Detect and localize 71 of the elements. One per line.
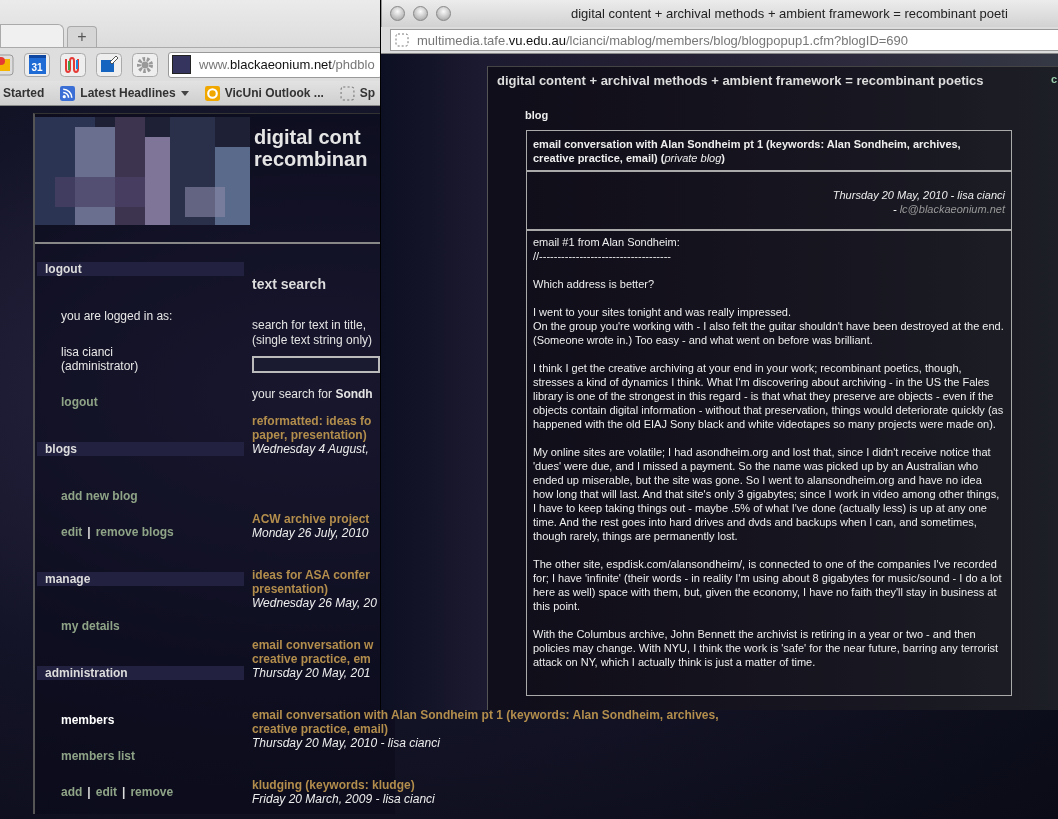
bookmark[interactable]: Started	[3, 86, 45, 100]
paragraph: I think I get the creative archiving at your end in your work; recombinant poetics, though, stresses a kind of dynamics I think. What I'm discovering about archiving - in the US the Fales library is one of the strongest in this regard - is that what they preserve are objects - even if the objects contain digital information - without that preservation, things would deteriorate quickly (as happened with the old EIAJ Sony black and white videotapes so many projects were made on).	[533, 361, 1005, 431]
result-link[interactable]: email conversation with Alan Sondheim pt 1 (keywords: Alan Sondheim, archives, creative practice, email)	[252, 708, 719, 736]
email-link[interactable]: lc@blackaeonium.net	[899, 203, 1005, 215]
wave-icon[interactable]	[60, 52, 86, 77]
sidebar-link[interactable]: members list	[61, 749, 136, 763]
blank-page-icon	[395, 33, 409, 47]
result-link[interactable]: ACW archive project	[252, 512, 370, 526]
address-field[interactable]: multimedia.tafe.vu.edu.au/lcianci/mablog/members/blog/blogpopup1.cfm?blogID=690	[390, 29, 1058, 51]
blank-page-icon	[339, 85, 355, 101]
sidebar-text: lisa cianci (administrator)	[61, 345, 140, 373]
minimize-button[interactable]	[413, 6, 428, 21]
result-date: Thursday 20 May, 201	[252, 666, 372, 680]
sidebar-text: you are logged in as:	[61, 309, 174, 323]
section-heading: text search	[252, 276, 326, 292]
section-label: blog	[525, 109, 550, 121]
sidebar-heading: logout	[37, 262, 244, 276]
rss-icon	[60, 85, 76, 101]
settings-icon[interactable]	[132, 52, 158, 77]
result-link[interactable]: reformatted: ideas fo paper, presentation)	[252, 414, 372, 442]
result-date: Thursday 20 May, 2010 - lisa cianci	[252, 736, 441, 750]
bookmark[interactable]: Sp	[339, 85, 376, 101]
sidebar-link[interactable]: my details	[61, 619, 120, 633]
mail-app-icon	[204, 85, 220, 101]
site-favicon-icon	[172, 55, 191, 74]
paragraph: The other site, espdisk.com/alansondheim/, is connected to one of the companies I've recorded for; I have 'infinite' (their words - in reality I'm using about 8 gigabytes for music/sound - I do a lot here as well) space with them, but, given the economy, I have no faith they'll stay in business at this point.	[533, 557, 1003, 613]
sidebar-current-item[interactable]: members	[61, 713, 244, 727]
paragraph: With the Columbus archive, John Bennett the archivist is retiring in a year or two - and then policies may change. With NYU, I think the work is 'safe' for the near future, barring any terrorist attack on NY, which I actually think is just a matter of time.	[533, 627, 1000, 669]
address-field[interactable]: www.blackaeonium.net/phdblo	[168, 51, 382, 78]
search-summary: your search for Sondh	[252, 387, 373, 401]
sidebar-link[interactable]: add new blog	[61, 489, 138, 503]
sidebar-link[interactable]: remove blogs	[95, 525, 174, 539]
paragraph: Which address is better?	[533, 277, 656, 291]
browser-tab[interactable]	[0, 24, 64, 47]
sidebar-heading: manage	[37, 572, 244, 586]
site-title: digital cont recombinan	[254, 126, 368, 172]
result-link[interactable]: ideas for ASA confer presentation)	[252, 568, 377, 596]
zoom-button[interactable]	[436, 6, 451, 21]
result-date: Friday 20 March, 2009 - lisa cianci	[252, 792, 435, 806]
separator: |	[122, 785, 126, 799]
result-link[interactable]: kludging (keywords: kludge)	[252, 778, 435, 792]
paragraph: I went to your sites tonight and was really impressed. On the group you're working with - I also felt the guitar shouldn't have been destroyed at the end. (Someone wrote in.) Too easy - and what went on before was brilliant.	[533, 305, 1005, 347]
sidebar-heading: administration	[37, 666, 244, 680]
result-date: Wednesday 26 May, 20	[252, 596, 377, 610]
header-text: c	[1050, 73, 1057, 87]
dash-text: -	[892, 203, 897, 215]
result-date: Wednesday 4 August,	[252, 442, 370, 456]
result-date: Monday 26 July, 2010	[252, 526, 370, 540]
paragraph: My online sites are volatile; I had asondheim.org and lost that, since I didn't receive notice that 'dues' were due, and I missed a payment. So the name was picked up by an Australian who ended up miserable, but the site was gone. So I went to alansondheim.org and have no idea how long that will last. And that site's only 3 gigabytes; since I work in video among other things, I have to keep taking things out - maybe .5% of what I've done (actually less) is up at any one time. And the rest goes into hard drives and dvds and backups when I can, and sometimes, though rarely, things are permanently lost.	[533, 445, 1001, 543]
close-button[interactable]	[390, 6, 405, 21]
paragraph: email #1 from Alan Sondheim: //------------------------------------	[533, 235, 681, 263]
separator: |	[87, 785, 91, 799]
separator: |	[87, 525, 91, 539]
sidebar-link[interactable]: add	[61, 785, 83, 799]
post-date: Thursday 20 May, 2010 - lisa cianci	[831, 188, 1005, 202]
sidebar-link[interactable]: edit	[61, 525, 83, 539]
bookmark[interactable]: Latest Headlines	[60, 85, 189, 101]
bookmark[interactable]: VicUni Outlook ...	[204, 85, 324, 101]
caret-icon	[180, 90, 189, 96]
search-field[interactable]	[252, 356, 380, 373]
post-title: email conversation with Alan Sondheim pt 1 (keywords: Alan Sondheim, archives, creative practice, email) (private blog)	[527, 131, 1011, 172]
result-link[interactable]: email conversation w creative practice, em	[252, 638, 374, 666]
sidebar-link[interactable]: logout	[61, 395, 98, 409]
sidebar-heading: blogs	[37, 442, 244, 456]
window-title: digital content + archival methods + ambient framework = recombinant poeti	[571, 6, 1008, 21]
page-title: digital content + archival methods + ambient framework = recombinant poetics	[497, 73, 985, 89]
sidebar-link[interactable]: edit	[95, 785, 118, 799]
sidebar-link[interactable]: remove	[130, 785, 174, 799]
search-instructions: search for text in title, (single text string only)	[252, 318, 373, 348]
new-tab-button[interactable]: +	[67, 26, 97, 47]
calendar-icon[interactable]: 31	[24, 52, 50, 77]
